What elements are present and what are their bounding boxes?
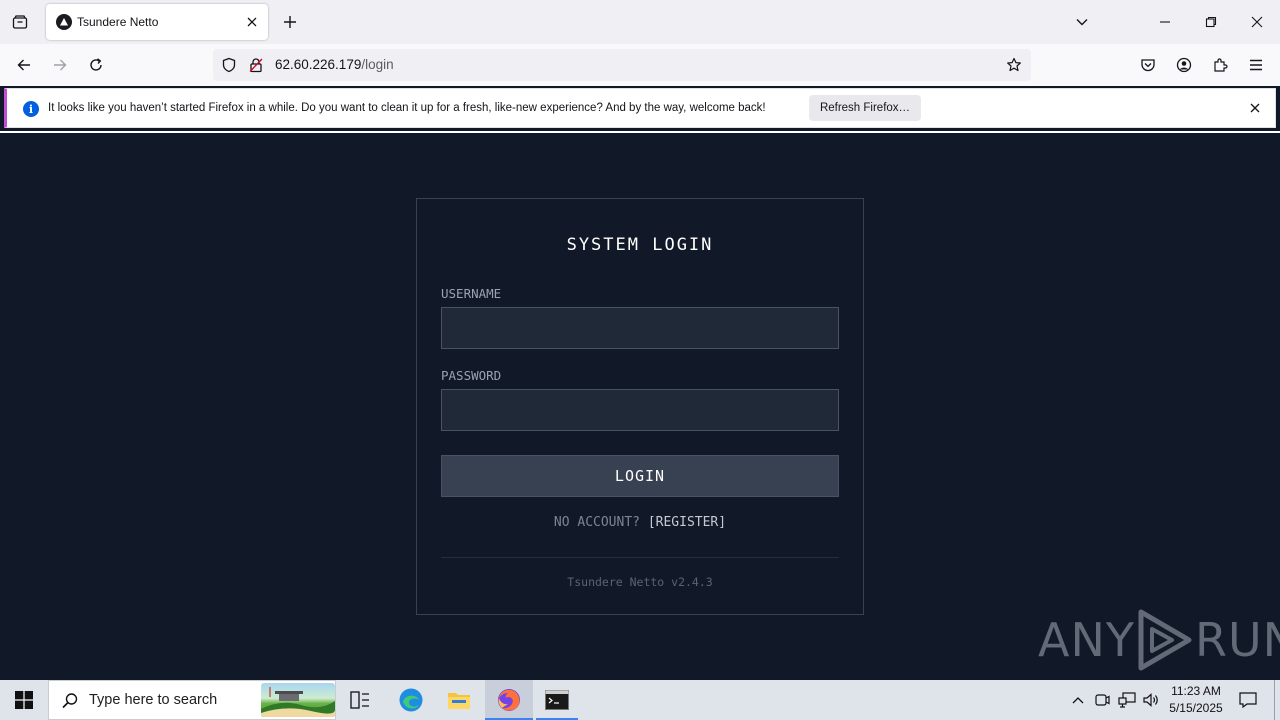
- close-notification-icon[interactable]: [1247, 100, 1263, 116]
- info-icon: i: [23, 101, 39, 117]
- windows-taskbar: Type here to search 11:23 AM 5/15/2025: [0, 680, 1280, 720]
- url-text: 62.60.226.179/login: [275, 57, 394, 72]
- register-link[interactable]: [REGISTER]: [648, 515, 726, 530]
- clock[interactable]: 11:23 AM 5/15/2025: [1160, 683, 1232, 717]
- login-title: SYSTEM LOGIN: [566, 235, 714, 255]
- search-icon: [61, 692, 79, 715]
- watermark-left-text: ANY: [1038, 613, 1135, 667]
- tab-title: Tsundere Netto: [77, 15, 159, 29]
- clock-date: 5/15/2025: [1169, 701, 1223, 715]
- back-icon[interactable]: [12, 53, 36, 77]
- show-desktop-divider[interactable]: [1274, 680, 1275, 720]
- password-input[interactable]: [441, 389, 839, 431]
- username-label: USERNAME: [441, 286, 502, 301]
- divider: [441, 557, 839, 558]
- url-path: /login: [361, 57, 394, 72]
- edge-icon[interactable]: [390, 680, 432, 720]
- notifications-icon[interactable]: [1234, 680, 1262, 720]
- list-all-tabs-icon[interactable]: [1070, 10, 1094, 34]
- close-window-icon[interactable]: [1245, 10, 1269, 34]
- tab-bar: Tsundere Netto: [0, 0, 1280, 44]
- insecure-lock-icon[interactable]: [248, 57, 264, 73]
- volume-icon[interactable]: [1140, 680, 1162, 720]
- tracking-protection-shield-icon[interactable]: [221, 57, 237, 73]
- play-triangle-icon: [1138, 609, 1192, 671]
- pocket-icon[interactable]: [1136, 53, 1160, 77]
- close-tab-icon[interactable]: [244, 14, 260, 30]
- file-explorer-icon[interactable]: [438, 680, 480, 720]
- restore-icon[interactable]: [1199, 10, 1223, 34]
- search-highlight-image: [261, 683, 335, 717]
- no-account-text: NO ACCOUNT?: [553, 515, 640, 530]
- terminal-icon[interactable]: [536, 680, 578, 720]
- firefox-view-icon[interactable]: [8, 10, 32, 34]
- version-text: Tsundere Netto v2.4.3: [567, 575, 713, 589]
- clock-time: 11:23 AM: [1171, 684, 1221, 698]
- task-view-icon[interactable]: [340, 680, 380, 720]
- page-content: SYSTEM LOGIN USERNAME PASSWORD LOGIN NO …: [0, 133, 1280, 680]
- minimize-icon[interactable]: [1153, 10, 1177, 34]
- url-host: 62.60.226.179: [275, 57, 362, 72]
- firefox-taskbar-icon[interactable]: [485, 680, 533, 720]
- notification-message: It looks like you haven’t started Firefo…: [48, 102, 766, 114]
- bookmark-star-icon[interactable]: [1006, 57, 1022, 73]
- refresh-firefox-button[interactable]: Refresh Firefox…: [809, 95, 921, 121]
- anyrun-watermark: ANY RUN: [1038, 608, 1280, 672]
- username-input[interactable]: [441, 307, 839, 349]
- login-panel: SYSTEM LOGIN USERNAME PASSWORD LOGIN NO …: [416, 198, 864, 615]
- show-hidden-icons-chevron-icon[interactable]: [1068, 680, 1088, 720]
- reload-icon[interactable]: [84, 53, 108, 77]
- password-label: PASSWORD: [441, 368, 502, 383]
- menu-hamburger-icon[interactable]: [1244, 53, 1268, 77]
- navigation-bar: 62.60.226.179/login: [0, 44, 1280, 86]
- watermark-right-text: RUN: [1194, 613, 1280, 667]
- tab-tsundere-netto[interactable]: Tsundere Netto: [46, 4, 268, 40]
- windows-start-icon[interactable]: [0, 680, 48, 720]
- register-row: NO ACCOUNT? [REGISTER]: [417, 515, 863, 530]
- network-icon[interactable]: [1116, 680, 1138, 720]
- refresh-firefox-notification: i It looks like you haven’t started Fire…: [4, 88, 1276, 128]
- login-button[interactable]: LOGIN: [441, 455, 839, 497]
- forward-icon[interactable]: [48, 53, 72, 77]
- extensions-icon[interactable]: [1208, 53, 1232, 77]
- taskbar-search-box[interactable]: Type here to search: [48, 680, 336, 720]
- address-bar[interactable]: 62.60.226.179/login: [213, 49, 1031, 81]
- search-placeholder: Type here to search: [89, 692, 218, 708]
- site-favicon-icon: [56, 14, 72, 30]
- meet-now-icon[interactable]: [1092, 680, 1112, 720]
- new-tab-icon[interactable]: [278, 10, 302, 34]
- account-icon[interactable]: [1172, 53, 1196, 77]
